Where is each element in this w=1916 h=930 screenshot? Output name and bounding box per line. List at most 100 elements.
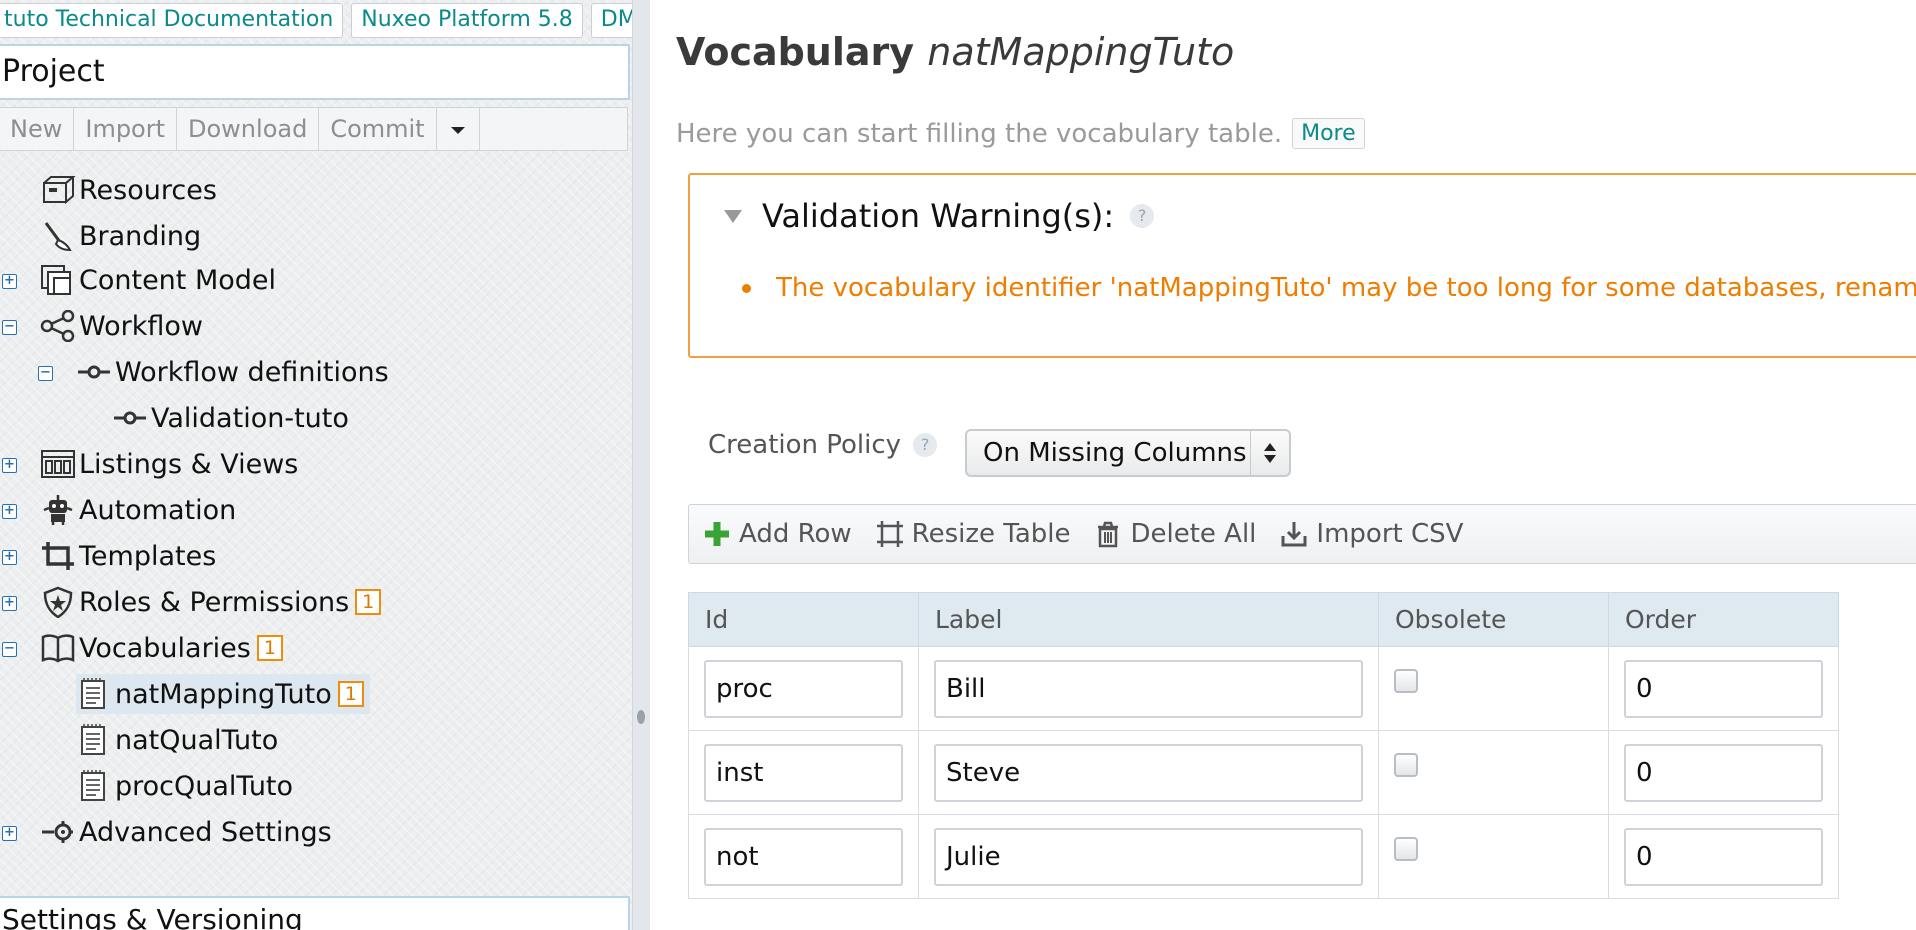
tree-label: Roles & Permissions bbox=[79, 586, 350, 618]
content-model-icon bbox=[40, 264, 76, 296]
obsolete-cell bbox=[1378, 730, 1609, 815]
expand-toggle[interactable]: + bbox=[2, 458, 17, 473]
warning-title: Validation Warning(s): bbox=[762, 197, 1115, 235]
tuto-documentation-button[interactable]: tuto Technical Documentation bbox=[0, 3, 344, 38]
document-icon bbox=[76, 678, 112, 710]
document-icon bbox=[76, 770, 112, 802]
order-cell: 0 bbox=[1608, 730, 1839, 815]
add-row-button[interactable]: Add Row bbox=[703, 519, 852, 549]
more-button[interactable]: More bbox=[1292, 118, 1365, 149]
obsolete-cell bbox=[1378, 646, 1609, 731]
tree-label: natMappingTuto bbox=[115, 678, 332, 710]
obsolete-checkbox[interactable] bbox=[1394, 836, 1418, 861]
tree-label: Workflow definitions bbox=[115, 356, 389, 388]
table-row: not Julie 0 bbox=[688, 814, 1839, 899]
brush-icon bbox=[40, 220, 76, 252]
import-button[interactable]: Import bbox=[74, 108, 178, 150]
collapse-toggle[interactable]: − bbox=[38, 366, 53, 381]
splitter-grip-icon[interactable] bbox=[637, 710, 645, 724]
panel-splitter[interactable] bbox=[632, 0, 652, 930]
table-toolbar: Add Row Resize Table Delete All Import C… bbox=[688, 504, 1916, 564]
id-input[interactable]: not bbox=[704, 827, 903, 886]
tree-label: Automation bbox=[79, 494, 237, 526]
expand-toggle[interactable]: + bbox=[2, 504, 17, 519]
tree-item-workflow-definitions[interactable]: − Workflow definitions bbox=[38, 352, 389, 392]
order-input[interactable]: 0 bbox=[1624, 659, 1823, 718]
tree-item-listings-views[interactable]: + Listings & Views bbox=[2, 444, 298, 484]
warning-count-badge: 1 bbox=[256, 635, 283, 661]
settings-versioning-header[interactable]: Settings & Versioning bbox=[0, 896, 630, 930]
project-header[interactable]: Project bbox=[0, 44, 630, 100]
id-input[interactable]: inst bbox=[704, 743, 903, 802]
label-input[interactable]: Bill bbox=[934, 659, 1363, 718]
id-input[interactable]: proc bbox=[704, 659, 903, 718]
share-icon bbox=[40, 309, 76, 343]
obsolete-checkbox[interactable] bbox=[1394, 668, 1418, 693]
label-cell: Steve bbox=[918, 730, 1379, 815]
resize-icon bbox=[876, 521, 903, 547]
vocabulary-name: natMappingTuto bbox=[927, 30, 1235, 74]
label-input[interactable]: Julie bbox=[934, 827, 1363, 886]
order-input[interactable]: 0 bbox=[1624, 827, 1823, 886]
tree-item-branding[interactable]: Branding bbox=[40, 216, 201, 256]
expand-toggle[interactable]: + bbox=[2, 826, 17, 841]
obsolete-checkbox[interactable] bbox=[1394, 752, 1418, 777]
tree-item-vocabularies[interactable]: − Vocabularies 1 bbox=[2, 628, 283, 668]
tree-label: Advanced Settings bbox=[79, 816, 332, 848]
column-header-order[interactable]: Order bbox=[1608, 592, 1839, 647]
label-input[interactable]: Steve bbox=[934, 743, 1363, 802]
project-actions: New Import Download Commit bbox=[0, 107, 628, 151]
title-prefix: Vocabulary bbox=[676, 30, 915, 74]
import-csv-button[interactable]: Import CSV bbox=[1280, 519, 1463, 549]
platform-version-button[interactable]: Nuxeo Platform 5.8 bbox=[351, 3, 583, 38]
page-subtitle: Here you can start filling the vocabular… bbox=[676, 118, 1365, 149]
tree-item-advanced-settings[interactable]: + Advanced Settings bbox=[2, 812, 332, 852]
help-icon[interactable]: ? bbox=[1130, 204, 1155, 228]
download-button[interactable]: Download bbox=[177, 108, 320, 150]
collapse-toggle[interactable]: − bbox=[2, 320, 17, 335]
tree-item-workflow[interactable]: − Workflow bbox=[2, 306, 203, 346]
creation-policy-select[interactable]: On Missing Columns bbox=[965, 429, 1291, 477]
tree-item-content-model[interactable]: + Content Model bbox=[2, 260, 276, 300]
subtitle-text: Here you can start filling the vocabular… bbox=[676, 118, 1283, 149]
collapse-toggle[interactable]: − bbox=[2, 642, 17, 657]
new-button[interactable]: New bbox=[0, 108, 75, 150]
tree-item-validation-tuto[interactable]: Validation-tuto bbox=[112, 398, 349, 438]
download-icon bbox=[1281, 522, 1307, 547]
tree-item-natqualtuto[interactable]: natQualTuto bbox=[76, 720, 278, 760]
tree-item-resources[interactable]: Resources bbox=[40, 170, 217, 210]
column-header-id[interactable]: Id bbox=[688, 592, 919, 647]
tree-item-natmappingtuto[interactable]: natMappingTuto 1 bbox=[76, 674, 370, 714]
book-icon bbox=[40, 632, 76, 664]
warning-count-badge: 1 bbox=[337, 681, 364, 707]
column-header-obsolete[interactable]: Obsolete bbox=[1378, 592, 1609, 647]
order-input[interactable]: 0 bbox=[1624, 743, 1823, 802]
id-cell: not bbox=[688, 814, 919, 899]
help-icon[interactable]: ? bbox=[913, 433, 938, 457]
column-header-label[interactable]: Label bbox=[918, 592, 1379, 647]
tree-item-procqualtuto[interactable]: procQualTuto bbox=[76, 766, 293, 806]
tree-item-roles-permissions[interactable]: + Roles & Permissions 1 bbox=[2, 582, 382, 622]
delete-all-button[interactable]: Delete All bbox=[1094, 519, 1256, 549]
tree-item-templates[interactable]: + Templates bbox=[2, 536, 216, 576]
table-row: proc Bill 0 bbox=[688, 646, 1839, 731]
order-cell: 0 bbox=[1608, 646, 1839, 731]
warning-count-badge: 1 bbox=[355, 589, 382, 615]
order-cell: 0 bbox=[1608, 814, 1839, 899]
tree-label: Branding bbox=[79, 220, 202, 252]
trash-icon bbox=[1098, 521, 1119, 548]
document-icon bbox=[76, 724, 112, 756]
validation-warning-box: Validation Warning(s): ? The vocabulary … bbox=[688, 173, 1916, 358]
resize-table-button[interactable]: Resize Table bbox=[876, 519, 1070, 549]
settings-node-icon bbox=[40, 816, 76, 848]
id-cell: inst bbox=[688, 730, 919, 815]
tree-item-automation[interactable]: + Automation bbox=[2, 490, 237, 530]
commit-button[interactable]: Commit bbox=[319, 108, 437, 150]
expand-toggle[interactable]: + bbox=[2, 596, 17, 611]
creation-policy-value: On Missing Columns bbox=[983, 438, 1247, 468]
expand-toggle[interactable]: + bbox=[2, 274, 17, 289]
warning-header[interactable]: Validation Warning(s): ? bbox=[724, 197, 1155, 235]
more-actions-dropdown[interactable] bbox=[437, 108, 480, 150]
collapse-triangle-icon[interactable] bbox=[724, 209, 742, 223]
expand-toggle[interactable]: + bbox=[2, 550, 17, 565]
